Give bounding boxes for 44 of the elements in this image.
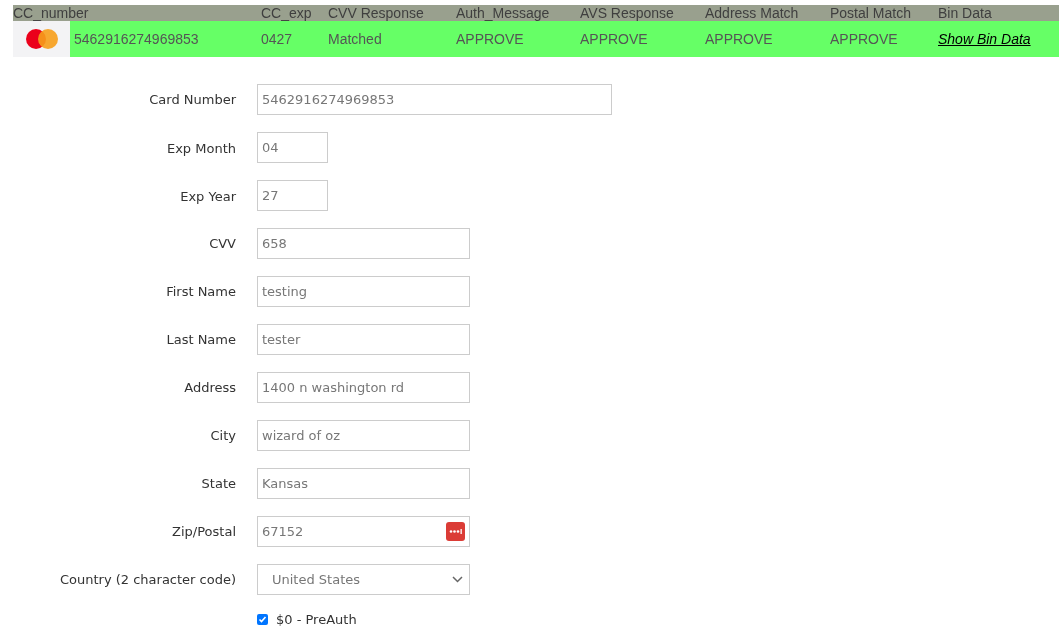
column-header: AVS Response (580, 6, 675, 20)
field-label: Exp Year (179, 188, 236, 206)
field-label: Address (183, 378, 236, 397)
field-label: Last Name (165, 330, 236, 349)
field-label: Zip/Postal (171, 522, 236, 541)
text-field[interactable]: 1400 n washington rd (257, 372, 470, 403)
checkbox-label: $0 - PreAuth (276, 611, 357, 627)
column-header: CC_number (13, 6, 90, 20)
table-cell: APPROVE (580, 30, 648, 47)
text-field[interactable]: 67152 (257, 516, 470, 547)
country-select[interactable]: United States (257, 564, 470, 595)
table-cell: 0427 (261, 30, 293, 47)
text-field[interactable]: tester (257, 324, 470, 355)
checkbox[interactable] (257, 614, 268, 626)
text-field[interactable]: Kansas (257, 468, 470, 499)
column-header: CVV Response (328, 6, 425, 20)
field-label: City (209, 426, 236, 445)
password-manager-icon[interactable] (446, 522, 465, 541)
text-field[interactable]: testing (257, 276, 470, 307)
column-header: Bin Data (938, 6, 993, 20)
table-cell: APPROVE (456, 30, 524, 47)
field-label: Country (2 character code) (58, 570, 236, 589)
field-value: 67152 (262, 522, 304, 541)
table-cell: Matched (328, 30, 382, 47)
text-field[interactable]: wizard of oz (257, 420, 470, 451)
column-header: Address Match (705, 6, 800, 20)
field-label: Card Number (148, 90, 236, 109)
table-cell: APPROVE (830, 30, 898, 47)
table-cell: APPROVE (705, 30, 773, 47)
show-bin-data-link[interactable]: Show Bin Data (938, 30, 1031, 47)
field-label: State (200, 474, 236, 493)
field-label: First Name (165, 282, 236, 301)
text-field[interactable]: 27 (257, 180, 328, 211)
chevron-down-icon (452, 576, 463, 583)
text-field[interactable]: 04 (257, 132, 328, 163)
table-cell-text: 5462916274969853 (74, 29, 199, 49)
column-header: Postal Match (830, 6, 912, 20)
text-field[interactable]: 5462916274969853 (257, 84, 612, 115)
column-header: CC_exp (261, 6, 313, 20)
field-label: Exp Month (165, 140, 236, 158)
text-field[interactable]: 658 (257, 228, 470, 259)
column-header: Auth_Message (456, 6, 551, 20)
card-logo-icon (24, 28, 59, 50)
field-label: CVV (208, 234, 236, 253)
